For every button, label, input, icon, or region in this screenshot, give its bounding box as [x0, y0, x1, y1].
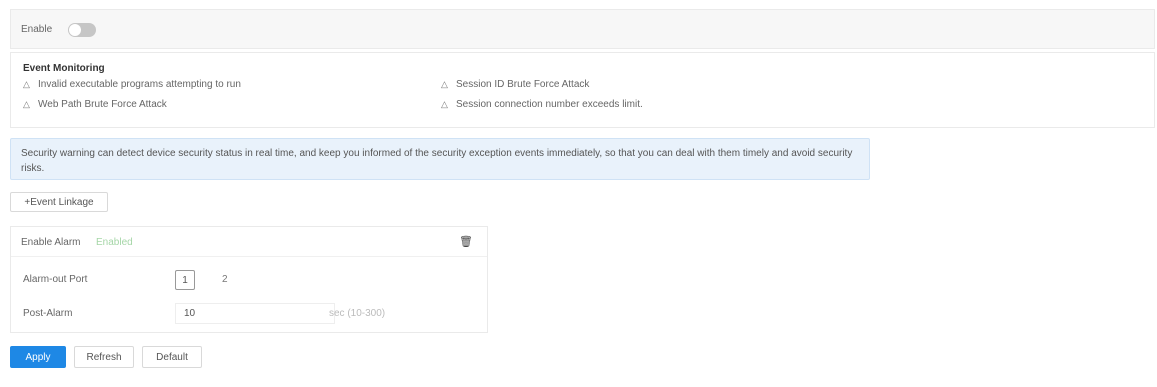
enable-label: Enable [21, 24, 53, 35]
enable-bar: Enable [10, 9, 1155, 49]
event-item-session-connection: △ Session connection number exceeds limi… [441, 99, 643, 110]
post-alarm-input[interactable] [175, 303, 335, 324]
post-alarm-hint: sec (10-300) [329, 308, 386, 319]
alert-icon: △ [441, 79, 448, 89]
default-button[interactable]: Default [142, 346, 202, 368]
enable-alarm-label: Enable Alarm [21, 237, 81, 248]
post-alarm-label: Post-Alarm [23, 308, 73, 319]
alarm-out-port-label: Alarm-out Port [23, 274, 88, 285]
event-item-label: Session ID Brute Force Attack [456, 79, 590, 90]
refresh-button[interactable]: Refresh [74, 346, 134, 368]
trash-icon[interactable]: 🗑 [459, 235, 473, 248]
event-item-session-id: △ Session ID Brute Force Attack [441, 79, 589, 90]
linkage-header: Enable Alarm Enabled 🗑 [11, 227, 487, 257]
alert-icon: △ [441, 99, 448, 109]
alert-icon: △ [23, 99, 30, 109]
security-info-box: Security warning can detect device secur… [10, 138, 870, 180]
event-linkage-button[interactable]: +Event Linkage [10, 192, 108, 212]
event-item-label: Session connection number exceeds limit. [456, 99, 643, 110]
event-linkage-panel: Enable Alarm Enabled 🗑 Alarm-out Port 1 … [10, 226, 488, 333]
enable-toggle[interactable] [68, 23, 96, 37]
port-1-button[interactable]: 1 [175, 270, 195, 290]
event-monitoring-panel: Event Monitoring △ Invalid executable pr… [10, 52, 1155, 128]
port-2-button[interactable]: 2 [222, 274, 228, 285]
event-monitoring-title: Event Monitoring [23, 63, 105, 74]
enabled-status: Enabled [96, 237, 133, 248]
event-item-label: Web Path Brute Force Attack [38, 99, 167, 110]
apply-button[interactable]: Apply [10, 346, 66, 368]
event-item-invalid-programs: △ Invalid executable programs attempting… [23, 79, 241, 90]
event-item-label: Invalid executable programs attempting t… [38, 79, 241, 90]
event-item-web-path: △ Web Path Brute Force Attack [23, 99, 167, 110]
alert-icon: △ [23, 79, 30, 89]
toggle-knob [69, 24, 81, 36]
